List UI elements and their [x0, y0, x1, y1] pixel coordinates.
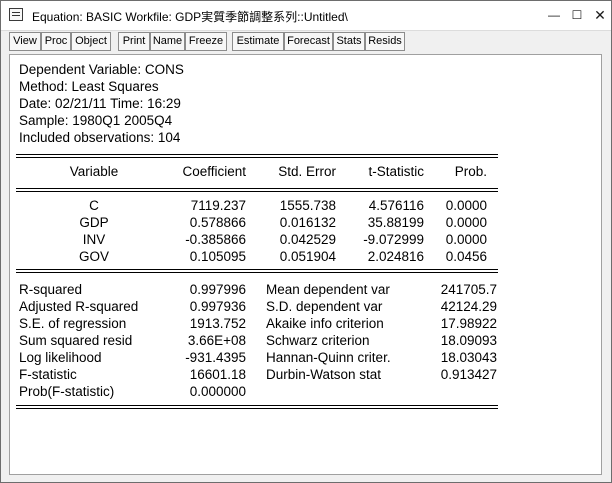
table-rule — [16, 272, 498, 273]
stat-value: 0.913427 — [440, 367, 497, 382]
toolbar: View Proc Object Print Name Freeze Estim… — [1, 31, 611, 53]
stat-label: S.E. of regression — [19, 316, 127, 331]
col-header-prob: Prob. — [454, 164, 487, 179]
resids-button[interactable]: Resids — [365, 32, 405, 51]
table-rule — [16, 269, 498, 270]
date-time: Date: 02/21/11 Time: 16:29 — [19, 96, 181, 111]
stat-label: Log likelihood — [19, 350, 102, 365]
coef-variable: INV — [82, 232, 106, 247]
maximize-button[interactable]: ☐ — [566, 5, 588, 25]
object-button[interactable]: Object — [71, 32, 111, 51]
dependent-variable: Dependent Variable: CONS — [19, 62, 184, 77]
coef-value: 0.105095 — [189, 249, 246, 264]
equation-icon — [9, 8, 23, 21]
stat-label: Adjusted R-squared — [19, 299, 139, 314]
coef-variable: GDP — [79, 215, 109, 230]
stat-value: -931.4395 — [185, 350, 246, 365]
stat-value: 0.997936 — [189, 299, 246, 314]
estimate-button[interactable]: Estimate — [232, 32, 284, 51]
name-button[interactable]: Name — [150, 32, 185, 51]
coef-prob: 0.0456 — [445, 249, 487, 264]
stat-label: Mean dependent var — [266, 282, 390, 297]
view-button[interactable]: View — [9, 32, 41, 51]
col-header-variable: Variable — [69, 164, 119, 179]
stat-label: Durbin-Watson stat — [266, 367, 382, 382]
coef-value: 7119.237 — [190, 198, 246, 213]
stat-label: Hannan-Quinn criter. — [266, 350, 391, 365]
coef-std-error: 0.042529 — [279, 232, 336, 247]
table-rule — [16, 154, 498, 155]
table-rule — [16, 405, 498, 406]
stat-value: 17.98922 — [440, 316, 497, 331]
close-button[interactable]: ✕ — [589, 5, 611, 25]
included-observations: Included observations: 104 — [19, 130, 181, 145]
print-button[interactable]: Print — [118, 32, 150, 51]
col-header-std-error: Std. Error — [278, 164, 336, 179]
table-rule — [16, 157, 498, 158]
stat-value: 241705.7 — [440, 282, 497, 297]
forecast-button[interactable]: Forecast — [284, 32, 333, 51]
stat-label: Schwarz criterion — [266, 333, 370, 348]
title-bar[interactable]: Equation: BASIC Workfile: GDP実質季節調整系列::U… — [1, 1, 611, 31]
stat-value: 0.997996 — [189, 282, 246, 297]
proc-button[interactable]: Proc — [41, 32, 71, 51]
stats-button[interactable]: Stats — [333, 32, 365, 51]
stat-value: 0.000000 — [189, 384, 246, 399]
coef-value: -0.385866 — [185, 232, 246, 247]
stat-label: R-squared — [19, 282, 83, 297]
equation-window: Equation: BASIC Workfile: GDP実質季節調整系列::U… — [0, 0, 612, 483]
stat-label: Sum squared resid — [19, 333, 133, 348]
coef-prob: 0.0000 — [445, 232, 487, 247]
stat-label: Akaike info criterion — [266, 316, 384, 331]
stat-value: 18.03043 — [440, 350, 497, 365]
table-rule — [16, 408, 498, 409]
minimize-button[interactable]: — — [543, 5, 565, 25]
stat-label: S.D. dependent var — [266, 299, 383, 314]
window-right-edge — [604, 54, 610, 475]
stat-label: F-statistic — [19, 367, 77, 382]
coef-std-error: 0.051904 — [279, 249, 336, 264]
coef-variable: C — [89, 198, 99, 213]
estimation-output: Dependent Variable: CONS Method: Least S… — [9, 54, 602, 475]
stat-value: 1913.752 — [189, 316, 246, 331]
stat-value: 16601.18 — [189, 367, 246, 382]
table-rule — [16, 188, 498, 189]
coef-std-error: 0.016132 — [279, 215, 336, 230]
stat-value: 42124.29 — [440, 299, 497, 314]
coef-variable: GOV — [78, 249, 109, 264]
coef-prob: 0.0000 — [445, 198, 487, 213]
coef-value: 0.578866 — [189, 215, 246, 230]
stat-value: 18.09093 — [440, 333, 497, 348]
table-rule — [16, 191, 498, 192]
col-header-coefficient: Coefficient — [182, 164, 246, 179]
coef-std-error: 1555.738 — [279, 198, 336, 213]
freeze-button[interactable]: Freeze — [185, 32, 227, 51]
stat-label: Prob(F-statistic) — [19, 384, 115, 399]
coef-prob: 0.0000 — [445, 215, 487, 230]
window-title: Equation: BASIC Workfile: GDP実質季節調整系列::U… — [32, 10, 348, 24]
stat-value: 3.66E+08 — [187, 333, 246, 348]
method: Method: Least Squares — [19, 79, 159, 94]
sample: Sample: 1980Q1 2005Q4 — [19, 113, 173, 128]
